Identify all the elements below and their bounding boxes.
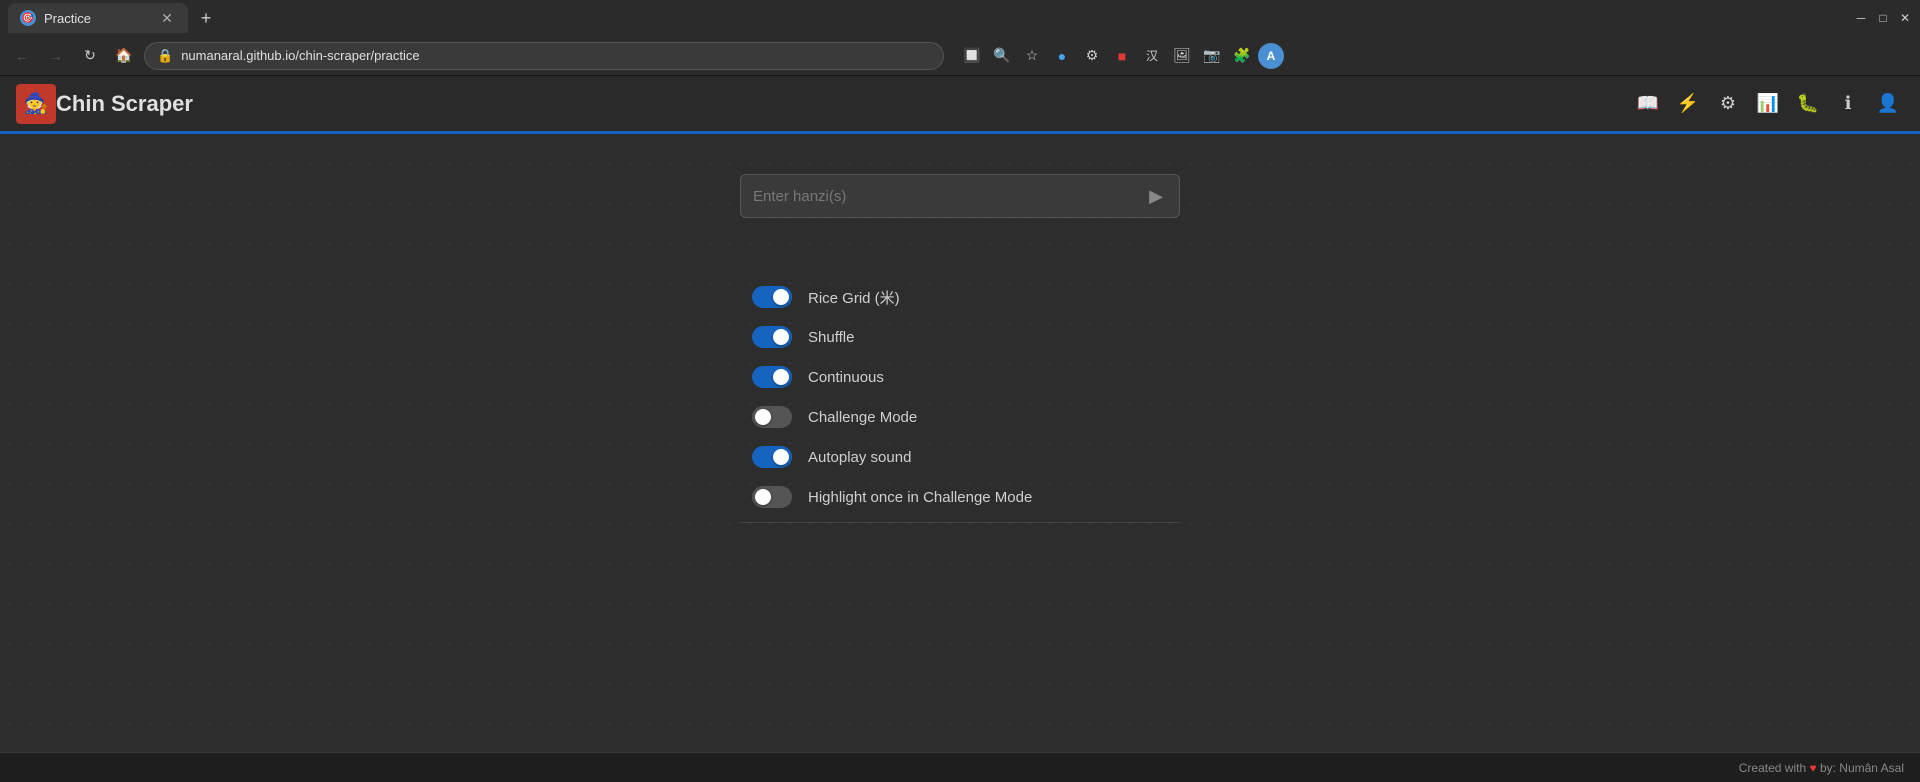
autoplay-sound-toggle[interactable] [752,446,792,468]
home-button[interactable]: 🏠 [110,42,138,70]
lightning-icon[interactable]: ⚡ [1672,88,1704,120]
book-icon[interactable]: 📖 [1632,88,1664,120]
toggle-row-autoplay-sound: Autoplay sound [740,438,1180,476]
window-controls: ─ □ ✕ [1854,11,1912,25]
shuffle-toggle[interactable] [752,326,792,348]
highlight-challenge-toggle[interactable] [752,486,792,508]
ext-icon-hanzi[interactable]: 汉 [1138,42,1166,70]
highlight-challenge-label: Highlight once in Challenge Mode [808,489,1032,506]
profile-avatar[interactable]: A [1258,43,1284,69]
browser-extensions: 🔲 🔍 ☆ ● ⚙ ■ 汉 🖼 📷 🧩 A [958,42,1284,70]
forward-button[interactable]: → [42,42,70,70]
challenge-mode-label: Challenge Mode [808,409,917,426]
challenge-mode-thumb [755,409,771,425]
continuous-toggle[interactable] [752,366,792,388]
app-header: 🧙 Chin Scraper 📖 ⚡ ⚙ 📊 🐛 ℹ 👤 [0,76,1920,134]
minimize-button[interactable]: ─ [1854,11,1868,25]
toggle-row-continuous: Continuous [740,358,1180,396]
rice-grid-thumb [773,289,789,305]
ext-icon-star[interactable]: ☆ [1018,42,1046,70]
url-text: numanaral.github.io/chin-scraper/practic… [181,48,931,63]
toggle-row-challenge-mode: Challenge Mode [740,398,1180,436]
user-icon[interactable]: 👤 [1872,88,1904,120]
browser-chrome: 🎯 Practice ✕ + ─ □ ✕ ← → ↻ 🏠 🔒 numanaral… [0,0,1920,76]
footer-suffix: by: Numân Asal [1820,761,1904,775]
app-title: Chin Scraper [56,91,193,117]
main-content: ▶ Rice Grid (米) Shuffle Continuous [0,134,1920,752]
header-nav-icons: 📖 ⚡ ⚙ 📊 🐛 ℹ 👤 [1632,88,1904,120]
lock-icon: 🔒 [157,48,173,64]
active-tab[interactable]: 🎯 Practice ✕ [8,3,188,33]
autoplay-sound-thumb [773,449,789,465]
shuffle-thumb [773,329,789,345]
submit-button[interactable]: ▶ [1145,182,1167,211]
continuous-label: Continuous [808,369,884,386]
footer-prefix: Created with [1739,761,1806,775]
address-bar[interactable]: 🔒 numanaral.github.io/chin-scraper/pract… [144,42,944,70]
ext-icon-puzzle[interactable]: 🧩 [1228,42,1256,70]
rice-grid-label: Rice Grid (米) [808,287,900,308]
hanzi-input[interactable] [753,188,1145,205]
shuffle-label: Shuffle [808,329,854,346]
autoplay-sound-label: Autoplay sound [808,449,911,466]
bug-icon[interactable]: 🐛 [1792,88,1824,120]
ext-icon-circle[interactable]: ● [1048,42,1076,70]
sliders-icon[interactable]: ⚙ [1712,88,1744,120]
ext-icon-gear[interactable]: ⚙ [1078,42,1106,70]
tab-bar: 🎯 Practice ✕ + ─ □ ✕ [0,0,1920,36]
address-bar-row: ← → ↻ 🏠 🔒 numanaral.github.io/chin-scrap… [0,36,1920,76]
chart-icon[interactable]: 📊 [1752,88,1784,120]
toggle-row-shuffle: Shuffle [740,318,1180,356]
ext-icon-search[interactable]: 🔍 [988,42,1016,70]
rice-grid-toggle[interactable] [752,286,792,308]
heart-icon: ♥ [1809,761,1816,775]
toggle-row-rice-grid: Rice Grid (米) [740,278,1180,316]
toggle-row-highlight-challenge: Highlight once in Challenge Mode [740,478,1180,523]
hanzi-input-container: ▶ [740,174,1180,218]
ext-icon-image[interactable]: 🖼 [1168,42,1196,70]
tab-close-button[interactable]: ✕ [158,9,176,27]
footer: Created with ♥ by: Numân Asal [0,752,1920,782]
challenge-mode-toggle[interactable] [752,406,792,428]
continuous-thumb [773,369,789,385]
ext-icon-camera[interactable]: 📷 [1198,42,1226,70]
close-window-button[interactable]: ✕ [1898,11,1912,25]
app-logo: 🧙 [16,84,56,124]
tab-favicon: 🎯 [20,10,36,26]
back-button[interactable]: ← [8,42,36,70]
maximize-button[interactable]: □ [1876,11,1890,25]
tab-label: Practice [44,11,91,26]
ext-icon-red[interactable]: ■ [1108,42,1136,70]
settings-panel: Rice Grid (米) Shuffle Continuous Challen… [740,278,1180,523]
reload-button[interactable]: ↻ [76,42,104,70]
info-icon[interactable]: ℹ [1832,88,1864,120]
new-tab-button[interactable]: + [192,4,220,32]
ext-icon-1[interactable]: 🔲 [958,42,986,70]
highlight-challenge-thumb [755,489,771,505]
